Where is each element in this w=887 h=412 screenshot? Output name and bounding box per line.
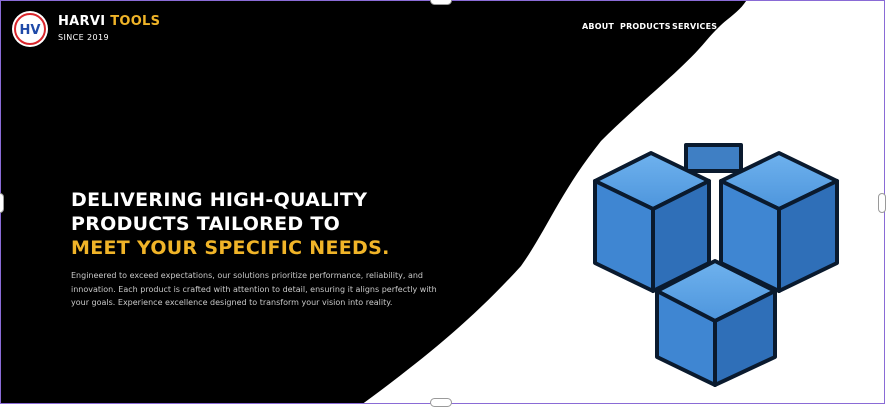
resize-handle-right[interactable] (878, 193, 886, 213)
brand-name: HARVI TOOLS (58, 14, 160, 29)
nav-link-services[interactable]: SERVICES (672, 22, 717, 31)
hero-headline-line-3: MEET YOUR SPECIFIC NEEDS. (71, 237, 390, 259)
hero-headline: DELIVERING HIGH-QUALITY PRODUCTS TAILORE… (71, 188, 390, 260)
nav-link-about[interactable]: ABOUT (582, 22, 614, 31)
nav-link-products[interactable]: PRODUCTS (620, 22, 671, 31)
brand-name-primary: HARVI (58, 14, 106, 29)
resize-handle-left[interactable] (0, 193, 4, 213)
logo-text: HV (20, 23, 41, 38)
hero-section: HV HARVI TOOLS SINCE 2019 ABOUT PRODUCTS… (0, 0, 885, 404)
resize-handle-bottom[interactable] (430, 398, 452, 407)
resize-handle-top[interactable] (430, 0, 452, 5)
brand-name-accent: TOOLS (110, 14, 161, 29)
hero-headline-line-2: PRODUCTS TAILORED TO (71, 213, 341, 235)
brand-tagline: SINCE 2019 (58, 33, 109, 42)
logo-mark-icon: HV (14, 13, 46, 45)
hero-headline-line-1: DELIVERING HIGH-QUALITY (71, 189, 368, 211)
logo[interactable]: HV (12, 11, 48, 47)
hero-description: Engineered to exceed expectations, our s… (71, 271, 437, 307)
stacked-blocks-icon (593, 143, 839, 387)
